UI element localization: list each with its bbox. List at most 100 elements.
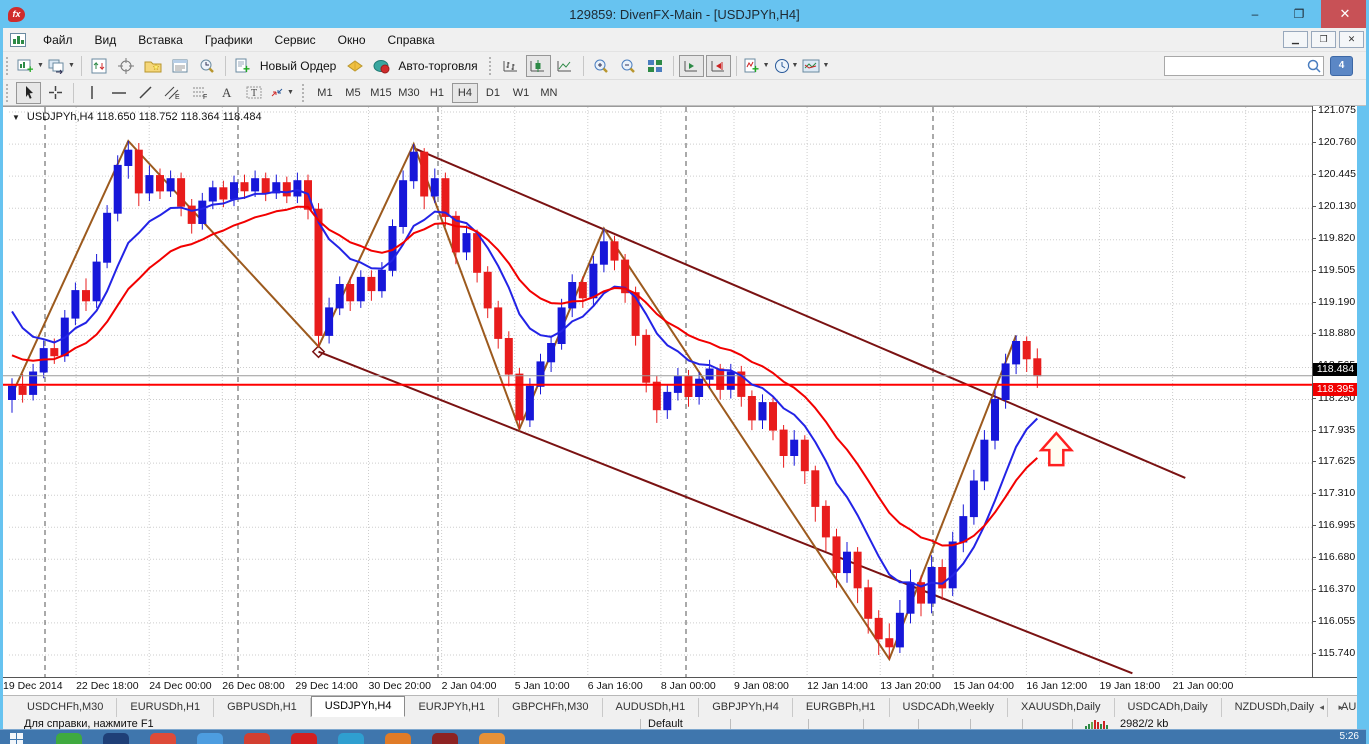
line-chart-button[interactable] bbox=[553, 55, 578, 77]
menu-item[interactable]: Файл bbox=[32, 28, 84, 52]
app-opera-taskbar-icon[interactable] bbox=[244, 733, 270, 744]
zoom-out-button[interactable] bbox=[616, 55, 641, 77]
navigator-button[interactable] bbox=[141, 55, 166, 77]
collapse-icon[interactable]: ▼ bbox=[12, 113, 20, 122]
templates-button[interactable]: ▼ bbox=[801, 55, 830, 77]
window-minimize-button[interactable]: – bbox=[1233, 0, 1277, 28]
autotrade-button[interactable] bbox=[369, 55, 394, 77]
chart-minimize-button[interactable]: ▁ bbox=[1283, 31, 1308, 48]
timeframe-button[interactable]: H4 bbox=[451, 82, 478, 103]
notifications-icon[interactable]: 4 bbox=[1330, 56, 1353, 76]
chart-tab[interactable]: EURGBPh,H1 bbox=[793, 698, 890, 717]
window-maximize-button[interactable]: ❐ bbox=[1277, 0, 1321, 28]
time-axis[interactable]: 19 Dec 2014 22 Dec 18:00 24 Dec 00:00 26 De… bbox=[0, 677, 1357, 695]
chart-tab[interactable]: GBPJPYh,H4 bbox=[699, 698, 793, 717]
app-firefox-taskbar-icon[interactable] bbox=[385, 733, 411, 744]
cursor-button[interactable] bbox=[16, 81, 41, 104]
toolbar-grip[interactable] bbox=[6, 83, 10, 102]
text-button[interactable]: A bbox=[214, 82, 239, 104]
chart-close-button[interactable]: ✕ bbox=[1339, 31, 1364, 48]
app-navy-taskbar-icon[interactable] bbox=[103, 733, 129, 744]
chart-info-line[interactable]: ▼ USDJPYh,H4 118.650 118.752 118.364 118… bbox=[12, 111, 262, 123]
chart-tab[interactable]: NZDUSDh,Daily bbox=[1222, 698, 1329, 717]
menu-item[interactable]: Сервис bbox=[264, 28, 327, 52]
price-tick-label: 120.130 bbox=[1312, 200, 1356, 213]
new-order-button[interactable]: + bbox=[231, 55, 256, 77]
horizontal-line-button[interactable] bbox=[106, 82, 131, 104]
chart-tab[interactable]: USDJPYh,H4 bbox=[310, 696, 406, 717]
indicators-button[interactable]: + ▼ bbox=[742, 55, 771, 77]
new-chart-button[interactable]: + ▼ bbox=[16, 55, 45, 77]
app-teal-taskbar-icon[interactable] bbox=[338, 733, 364, 744]
profiles-button[interactable]: ▼ bbox=[47, 55, 76, 77]
timeframe-button[interactable]: H1 bbox=[424, 83, 450, 103]
candlestick-chart-button[interactable] bbox=[525, 54, 551, 77]
zigzag-indicator-line[interactable] bbox=[11, 139, 1018, 662]
menu-item[interactable]: Графики bbox=[194, 28, 264, 52]
new-order-label[interactable]: Новый Ордер bbox=[260, 59, 336, 73]
chart-tab[interactable]: USDCADh,Weekly bbox=[890, 698, 1009, 717]
chevron-down-icon: ▼ bbox=[287, 89, 294, 96]
app-green-taskbar-icon[interactable] bbox=[56, 733, 82, 744]
timeframe-button[interactable]: D1 bbox=[480, 83, 506, 103]
tab-scroll-arrows[interactable]: ◂ ▸ bbox=[1319, 702, 1349, 713]
app-lightblue-taskbar-icon[interactable] bbox=[197, 733, 223, 744]
timeframe-button[interactable]: M15 bbox=[368, 83, 394, 103]
app-chrome-taskbar-icon[interactable] bbox=[150, 733, 176, 744]
tile-windows-button[interactable] bbox=[643, 55, 668, 77]
menu-item[interactable]: Вставка bbox=[127, 28, 194, 52]
app-darkred-taskbar-icon[interactable] bbox=[432, 733, 458, 744]
start-button[interactable] bbox=[10, 733, 23, 744]
timeframe-button[interactable]: M1 bbox=[312, 83, 338, 103]
channel-upper-trendline[interactable] bbox=[413, 147, 1186, 479]
toolbar-grip[interactable] bbox=[6, 56, 10, 75]
app-orange-taskbar-icon[interactable] bbox=[479, 733, 505, 744]
menu-item[interactable]: Вид bbox=[84, 28, 128, 52]
chart-tab[interactable]: XAUUSDh,Daily bbox=[1008, 698, 1115, 717]
toolbar-grip[interactable] bbox=[301, 83, 306, 102]
toolbar-grip[interactable] bbox=[488, 56, 493, 75]
window-close-button[interactable]: ✕ bbox=[1321, 0, 1369, 28]
periods-button[interactable]: ▼ bbox=[773, 55, 800, 77]
fibonacci-button[interactable]: F bbox=[187, 82, 212, 104]
terminal-button[interactable] bbox=[168, 55, 193, 77]
channel-lower-trendline[interactable] bbox=[318, 350, 1133, 675]
price-chart[interactable] bbox=[0, 107, 1357, 678]
chart-tab[interactable]: EURUSDh,H1 bbox=[117, 698, 215, 717]
zoom-in-button[interactable] bbox=[589, 55, 614, 77]
chart-tab[interactable]: USDCHFh,M30 bbox=[14, 698, 118, 717]
trendline-button[interactable] bbox=[133, 82, 158, 104]
timeframe-button[interactable]: W1 bbox=[508, 83, 534, 103]
up-arrow-object[interactable] bbox=[1038, 431, 1075, 467]
app-yandex-taskbar-icon[interactable] bbox=[291, 733, 317, 744]
chart-tab[interactable]: AUDUSDh,H1 bbox=[603, 698, 700, 717]
autotrade-label[interactable]: Авто-торговля bbox=[398, 59, 477, 73]
search-input[interactable] bbox=[1164, 56, 1324, 76]
menu-item[interactable]: Окно bbox=[327, 28, 377, 52]
market-watch-button[interactable] bbox=[87, 55, 112, 77]
text-label-button[interactable]: T bbox=[241, 82, 266, 104]
equidistant-channel-button[interactable]: E bbox=[160, 82, 185, 104]
arrows-button[interactable]: ▼ bbox=[268, 82, 295, 104]
price-axis[interactable]: 121.075 120.760 120.445 120.130 119.820 119.5… bbox=[1311, 104, 1358, 677]
chart-window[interactable]: ▼ USDJPYh,H4 118.650 118.752 118.364 118… bbox=[0, 106, 1357, 678]
metaeditor-button[interactable] bbox=[342, 55, 367, 77]
chart-tab[interactable]: GBPUSDh,H1 bbox=[214, 698, 311, 717]
timeframe-button[interactable]: MN bbox=[536, 83, 562, 103]
vertical-line-button[interactable] bbox=[79, 82, 104, 104]
auto-scroll-button[interactable] bbox=[678, 54, 704, 77]
timeframe-button[interactable]: M30 bbox=[396, 83, 422, 103]
chart-restore-button[interactable]: ❐ bbox=[1311, 31, 1336, 48]
crosshair-button[interactable] bbox=[43, 82, 68, 104]
menu-item[interactable]: Справка bbox=[377, 28, 446, 52]
chart-tab[interactable]: GBPCHFh,M30 bbox=[499, 698, 603, 717]
bar-chart-button[interactable] bbox=[499, 55, 524, 77]
chart-tab[interactable]: EURJPYh,H1 bbox=[405, 698, 500, 717]
data-window-button[interactable] bbox=[114, 55, 139, 77]
candle-body bbox=[335, 284, 344, 309]
chart-shift-button[interactable] bbox=[705, 54, 731, 77]
strategy-tester-button[interactable] bbox=[195, 55, 220, 77]
timeframe-button[interactable]: M5 bbox=[340, 83, 366, 103]
chart-tab[interactable]: USDCADh,Daily bbox=[1115, 698, 1222, 717]
search-icon[interactable] bbox=[1306, 58, 1322, 74]
